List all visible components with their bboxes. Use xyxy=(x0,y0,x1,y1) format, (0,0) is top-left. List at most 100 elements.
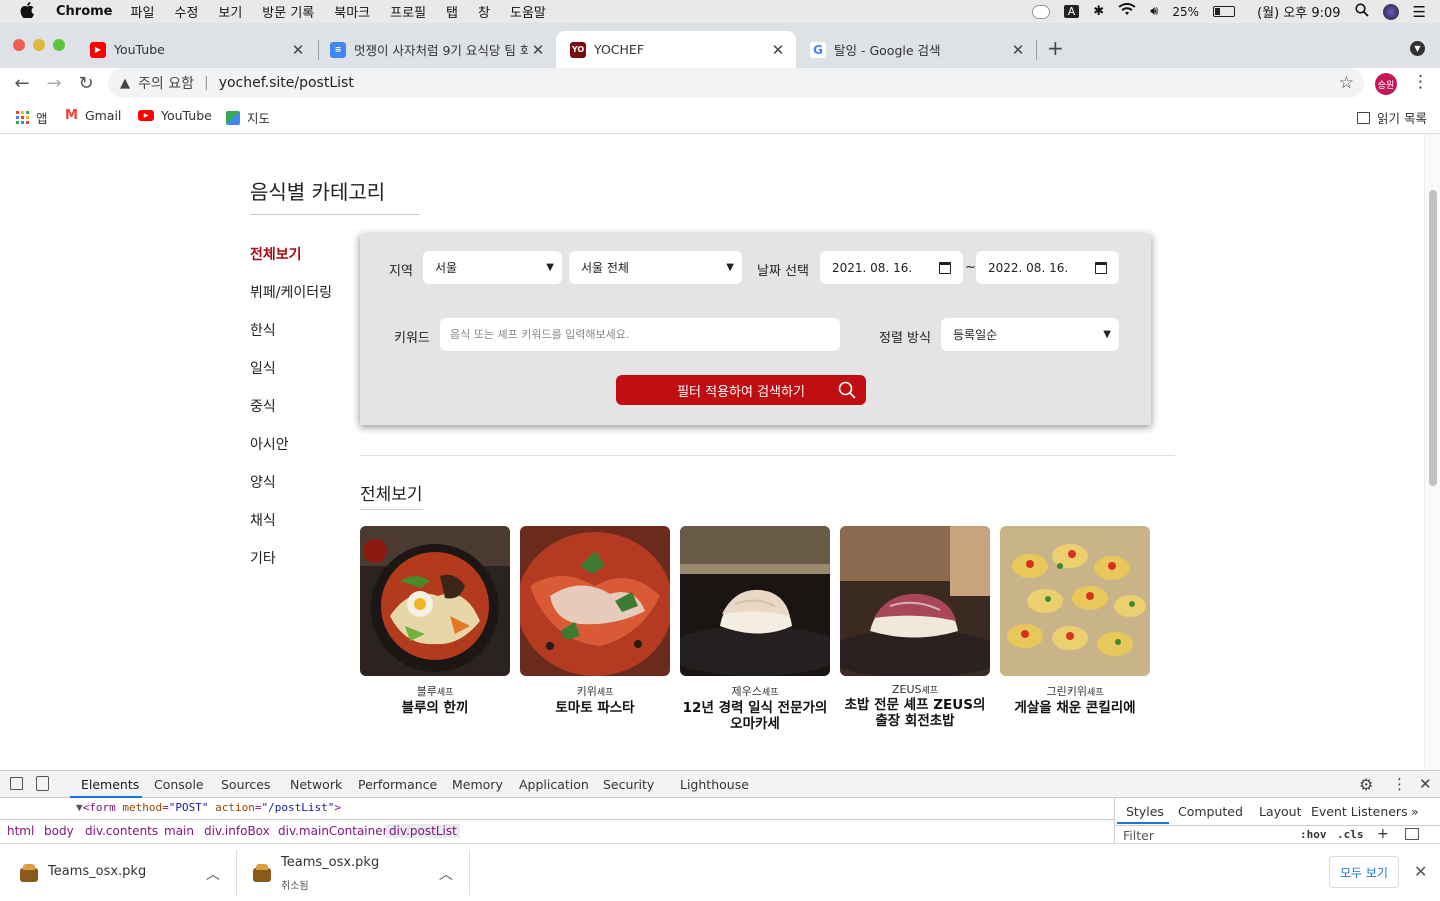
menu-window[interactable]: 창 xyxy=(478,2,490,21)
category-western[interactable]: 양식 xyxy=(250,472,276,492)
back-arrow-icon[interactable]: ← xyxy=(10,72,34,96)
dish-title[interactable]: 초밥 전문 셰프 ZEUS의 출장 회전초밥 xyxy=(840,697,990,729)
dish-title[interactable]: 토마토 파스타 xyxy=(520,700,670,716)
page-scrollbar[interactable] xyxy=(1424,134,1440,770)
bluetooth-icon[interactable]: ✱ xyxy=(1093,4,1104,19)
devtools-close-icon[interactable]: ✕ xyxy=(1419,775,1432,793)
layout-tab[interactable]: Layout xyxy=(1259,804,1302,819)
devtools-tab-network[interactable]: Network xyxy=(290,777,342,792)
input-source-indicator[interactable]: A xyxy=(1063,5,1080,18)
warning-triangle-icon[interactable]: ▲ xyxy=(120,76,130,91)
show-all-downloads-button[interactable]: 모두 보기 xyxy=(1329,856,1399,888)
sort-select[interactable]: 등록일순 ▼ xyxy=(941,318,1119,351)
app-menu-chrome[interactable]: Chrome xyxy=(56,4,113,19)
bookmark-youtube[interactable]: ▶ YouTube xyxy=(138,108,212,123)
devtools-tab-memory[interactable]: Memory xyxy=(452,777,503,792)
reload-icon[interactable]: ↻ xyxy=(74,72,98,96)
date-to-input[interactable]: 2022. 08. 16. xyxy=(976,251,1119,284)
menu-tab[interactable]: 탭 xyxy=(446,2,458,21)
post-card[interactable]: 제우스셰프 12년 경력 일식 전문가의 오마카세 xyxy=(680,526,830,732)
menu-bookmarks[interactable]: 북마크 xyxy=(334,2,370,21)
tab-google-search[interactable]: G 탈잉 - Google 검색 ✕ xyxy=(796,31,1036,68)
apply-filter-search-button[interactable]: 필터 적용하여 검색하기 xyxy=(616,375,866,405)
bookmark-gmail[interactable]: M Gmail xyxy=(65,108,121,123)
menu-help[interactable]: 도움말 xyxy=(510,2,546,21)
bookmark-apps[interactable]: 앱 xyxy=(16,108,48,127)
category-all[interactable]: 전체보기 xyxy=(250,244,302,264)
styles-filter-input[interactable]: Filter xyxy=(1123,828,1154,843)
hover-state-toggle[interactable]: :hov xyxy=(1300,828,1327,841)
reading-list-button[interactable]: 읽기 목록 xyxy=(1357,108,1427,127)
region-select[interactable]: 서울 ▼ xyxy=(423,251,562,284)
breadcrumb-html[interactable]: html xyxy=(7,824,34,838)
devtools-tab-security[interactable]: Security xyxy=(603,777,654,792)
spotlight-search-icon[interactable] xyxy=(1354,2,1369,21)
battery-icon[interactable] xyxy=(1213,6,1236,17)
download-options-chevron-icon[interactable]: ︿ xyxy=(206,864,220,884)
post-card[interactable]: 그린키위셰프 게살을 채운 콘킬리에 xyxy=(1000,526,1150,716)
address-bar[interactable]: ▲ 주의 요함 | yochef.site/postList ☆ xyxy=(108,68,1364,98)
volume-icon[interactable]: 🔊︎ xyxy=(1150,4,1158,19)
menu-view[interactable]: 보기 xyxy=(218,2,242,21)
tab-meeting-notes[interactable]: ≡ 멋쟁이 사자처럼 9기 요식당 팀 회의록 ✕ xyxy=(316,31,556,68)
keyword-input[interactable] xyxy=(440,318,840,351)
security-status[interactable]: 주의 요함 xyxy=(138,73,194,93)
calendar-icon[interactable] xyxy=(1095,261,1107,274)
minimize-window-button[interactable] xyxy=(33,39,45,51)
devtools-settings-gear-icon[interactable]: ⚙ xyxy=(1359,775,1373,794)
date-from-input[interactable]: 2021. 08. 16. xyxy=(820,251,963,284)
breadcrumb-div-maincontainer[interactable]: div.mainContainer xyxy=(278,824,388,838)
download-item[interactable]: Teams_osx.pkg ︿ xyxy=(0,844,236,901)
category-buffet-catering[interactable]: 뷔페/케이터링 xyxy=(250,282,332,302)
close-downloads-bar-icon[interactable]: ✕ xyxy=(1414,862,1427,881)
devtools-tab-lighthouse[interactable]: Lighthouse xyxy=(680,777,749,792)
new-tab-plus-icon[interactable]: + xyxy=(1047,36,1064,60)
close-tab-icon[interactable]: ✕ xyxy=(768,41,788,59)
computed-tab[interactable]: Computed xyxy=(1178,804,1243,819)
close-window-button[interactable] xyxy=(13,39,25,51)
post-card[interactable]: 키위셰프 토마토 파스타 xyxy=(520,526,670,716)
apple-menu-icon[interactable] xyxy=(20,1,34,22)
menu-history[interactable]: 방문 기록 xyxy=(262,2,314,21)
post-card[interactable]: ZEUS셰프 초밥 전문 셰프 ZEUS의 출장 회전초밥 xyxy=(840,526,990,729)
scrollbar-thumb[interactable] xyxy=(1429,190,1437,486)
close-tab-icon[interactable]: ✕ xyxy=(1008,41,1028,59)
menu-profile[interactable]: 프로필 xyxy=(390,2,426,21)
control-center-icon[interactable]: ☰ xyxy=(1413,3,1426,21)
post-card[interactable]: 블루셰프 블루의 한끼 xyxy=(360,526,510,716)
tab-search-chevron-icon[interactable]: ▼ xyxy=(1410,41,1425,56)
menu-edit[interactable]: 수정 xyxy=(174,2,198,21)
breadcrumb-div-infobox[interactable]: div.infoBox xyxy=(204,824,270,838)
category-vegetarian[interactable]: 채식 xyxy=(250,510,276,530)
new-style-rule-plus-icon[interactable]: + xyxy=(1377,826,1389,842)
devtools-tab-elements[interactable]: Elements xyxy=(81,777,139,792)
menu-file[interactable]: 파일 xyxy=(131,2,155,21)
styles-tab[interactable]: Styles xyxy=(1126,804,1164,819)
bookmark-maps[interactable]: 지도 xyxy=(226,108,270,127)
tab-yochef[interactable]: YO YOCHEF ✕ xyxy=(556,31,796,68)
post-image-omakase-sushi[interactable] xyxy=(680,526,830,676)
district-select[interactable]: 서울 전체 ▼ xyxy=(569,251,742,284)
close-tab-icon[interactable]: ✕ xyxy=(288,41,308,59)
post-image-tomato-pasta[interactable] xyxy=(520,526,670,676)
inspect-element-icon[interactable] xyxy=(10,777,23,790)
dish-title[interactable]: 블루의 한끼 xyxy=(360,700,510,716)
devtools-tab-console[interactable]: Console xyxy=(154,777,204,792)
devtools-tab-application[interactable]: Application xyxy=(519,777,589,792)
category-korean[interactable]: 한식 xyxy=(250,320,276,340)
wifi-icon[interactable] xyxy=(1118,2,1136,20)
siri-icon[interactable] xyxy=(1382,3,1399,20)
category-other[interactable]: 기타 xyxy=(250,548,276,568)
dish-title[interactable]: 12년 경력 일식 전문가의 오마카세 xyxy=(680,700,830,732)
breadcrumb-div-contents[interactable]: div.contents xyxy=(85,824,158,838)
event-listeners-tab[interactable]: Event Listeners xyxy=(1311,804,1408,819)
bookmark-star-icon[interactable]: ☆ xyxy=(1339,73,1354,93)
breadcrumb-body[interactable]: body xyxy=(44,824,74,838)
category-chinese[interactable]: 중식 xyxy=(250,396,276,416)
breadcrumb-div-postlist[interactable]: div.postList xyxy=(386,824,460,838)
tab-youtube[interactable]: ▶ YouTube ✕ xyxy=(76,31,316,68)
close-tab-icon[interactable]: ✕ xyxy=(528,41,548,59)
wechat-icon[interactable] xyxy=(1031,4,1050,19)
dish-title[interactable]: 게살을 채운 콘킬리에 xyxy=(1000,700,1150,716)
device-toolbar-icon[interactable] xyxy=(36,776,49,791)
